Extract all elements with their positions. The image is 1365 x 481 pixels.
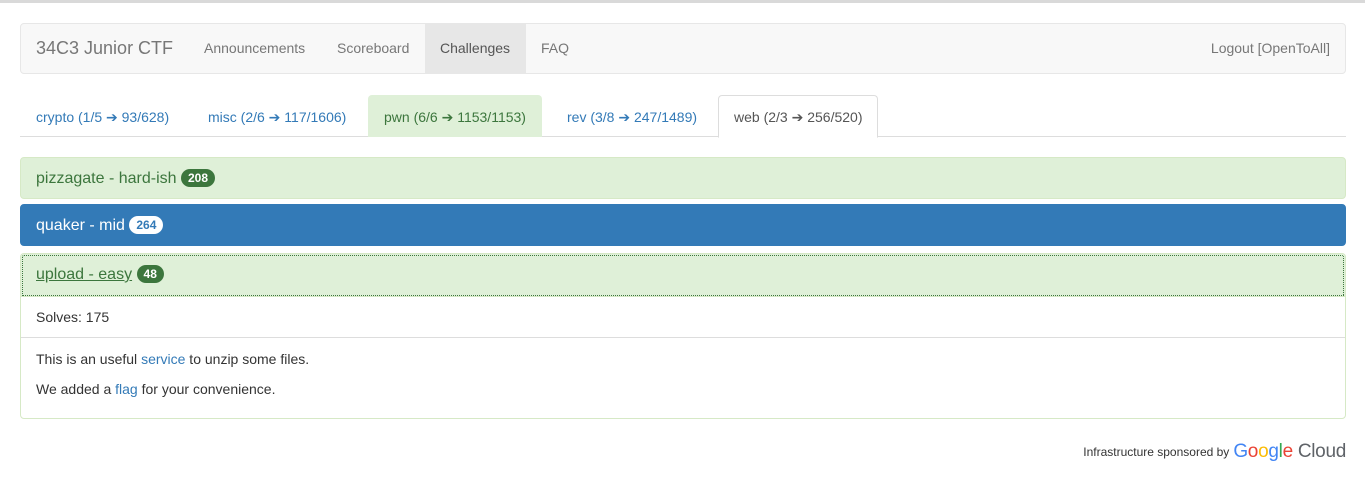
description-line: We added a flag for your convenience. xyxy=(36,379,1330,399)
nav-announcements[interactable]: Announcements xyxy=(189,24,320,73)
cloud-wordmark: Cloud xyxy=(1297,441,1346,462)
challenge-panel-quaker[interactable]: quaker - mid 264 xyxy=(20,204,1346,246)
tab-pwn[interactable]: pwn (6/6 ➔ 1153/1153) xyxy=(368,95,542,137)
footer: Infrastructure sponsored by Google Cloud xyxy=(1083,439,1346,465)
challenge-header-upload[interactable]: upload - easy 48 xyxy=(21,254,1345,297)
challenge-description: This is an useful service to unzip some … xyxy=(21,338,1345,420)
sponsor-text: Infrastructure sponsored by xyxy=(1083,445,1230,459)
challenge-title: quaker - mid xyxy=(36,217,125,234)
logout-link[interactable]: Logout [OpenToAll] xyxy=(1196,24,1345,73)
challenge-title-link[interactable]: upload - easy xyxy=(36,266,132,283)
desc-text: This is an useful xyxy=(36,351,142,367)
solves-count: Solves: 175 xyxy=(21,297,1345,338)
points-badge: 264 xyxy=(129,215,164,234)
tab-web[interactable]: web (2/3 ➔ 256/520) xyxy=(718,95,879,138)
tab-misc[interactable]: misc (2/6 ➔ 117/1606) xyxy=(192,95,362,137)
navbar: 34C3 Junior CTF Announcements Scoreboard… xyxy=(20,23,1346,74)
google-letter: e xyxy=(1282,441,1294,462)
google-letter: g xyxy=(1268,441,1279,462)
nav-challenges[interactable]: Challenges xyxy=(425,24,526,73)
category-tabs: crypto (1/5 ➔ 93/628) misc (2/6 ➔ 117/16… xyxy=(20,95,1346,138)
tab-crypto[interactable]: crypto (1/5 ➔ 93/628) xyxy=(20,95,185,137)
google-wordmark: Google xyxy=(1233,441,1293,462)
desc-text: We added a xyxy=(36,381,116,397)
description-line: This is an useful service to unzip some … xyxy=(36,349,1330,369)
flag-link[interactable]: flag xyxy=(115,381,138,397)
challenge-title: pizzagate - hard-ish xyxy=(36,170,177,187)
brand-link[interactable]: 34C3 Junior CTF xyxy=(36,24,173,73)
google-cloud-logo[interactable]: Google Cloud xyxy=(1233,441,1346,463)
desc-text: to unzip some files. xyxy=(185,351,310,367)
points-badge: 208 xyxy=(180,168,215,187)
google-letter: o xyxy=(1258,441,1269,462)
points-badge: 48 xyxy=(136,264,164,283)
challenge-panel-pizzagate[interactable]: pizzagate - hard-ish 208 xyxy=(20,157,1346,199)
tab-rev[interactable]: rev (3/8 ➔ 247/1489) xyxy=(551,95,713,137)
google-letter: G xyxy=(1233,441,1248,462)
nav-faq[interactable]: FAQ xyxy=(526,24,584,73)
desc-text: for your convenience. xyxy=(137,381,276,397)
challenge-panel-upload: upload - easy 48 Solves: 175 This is an … xyxy=(20,253,1346,419)
google-letter: o xyxy=(1247,441,1259,462)
nav-scoreboard[interactable]: Scoreboard xyxy=(322,24,424,73)
service-link[interactable]: service xyxy=(141,351,185,367)
